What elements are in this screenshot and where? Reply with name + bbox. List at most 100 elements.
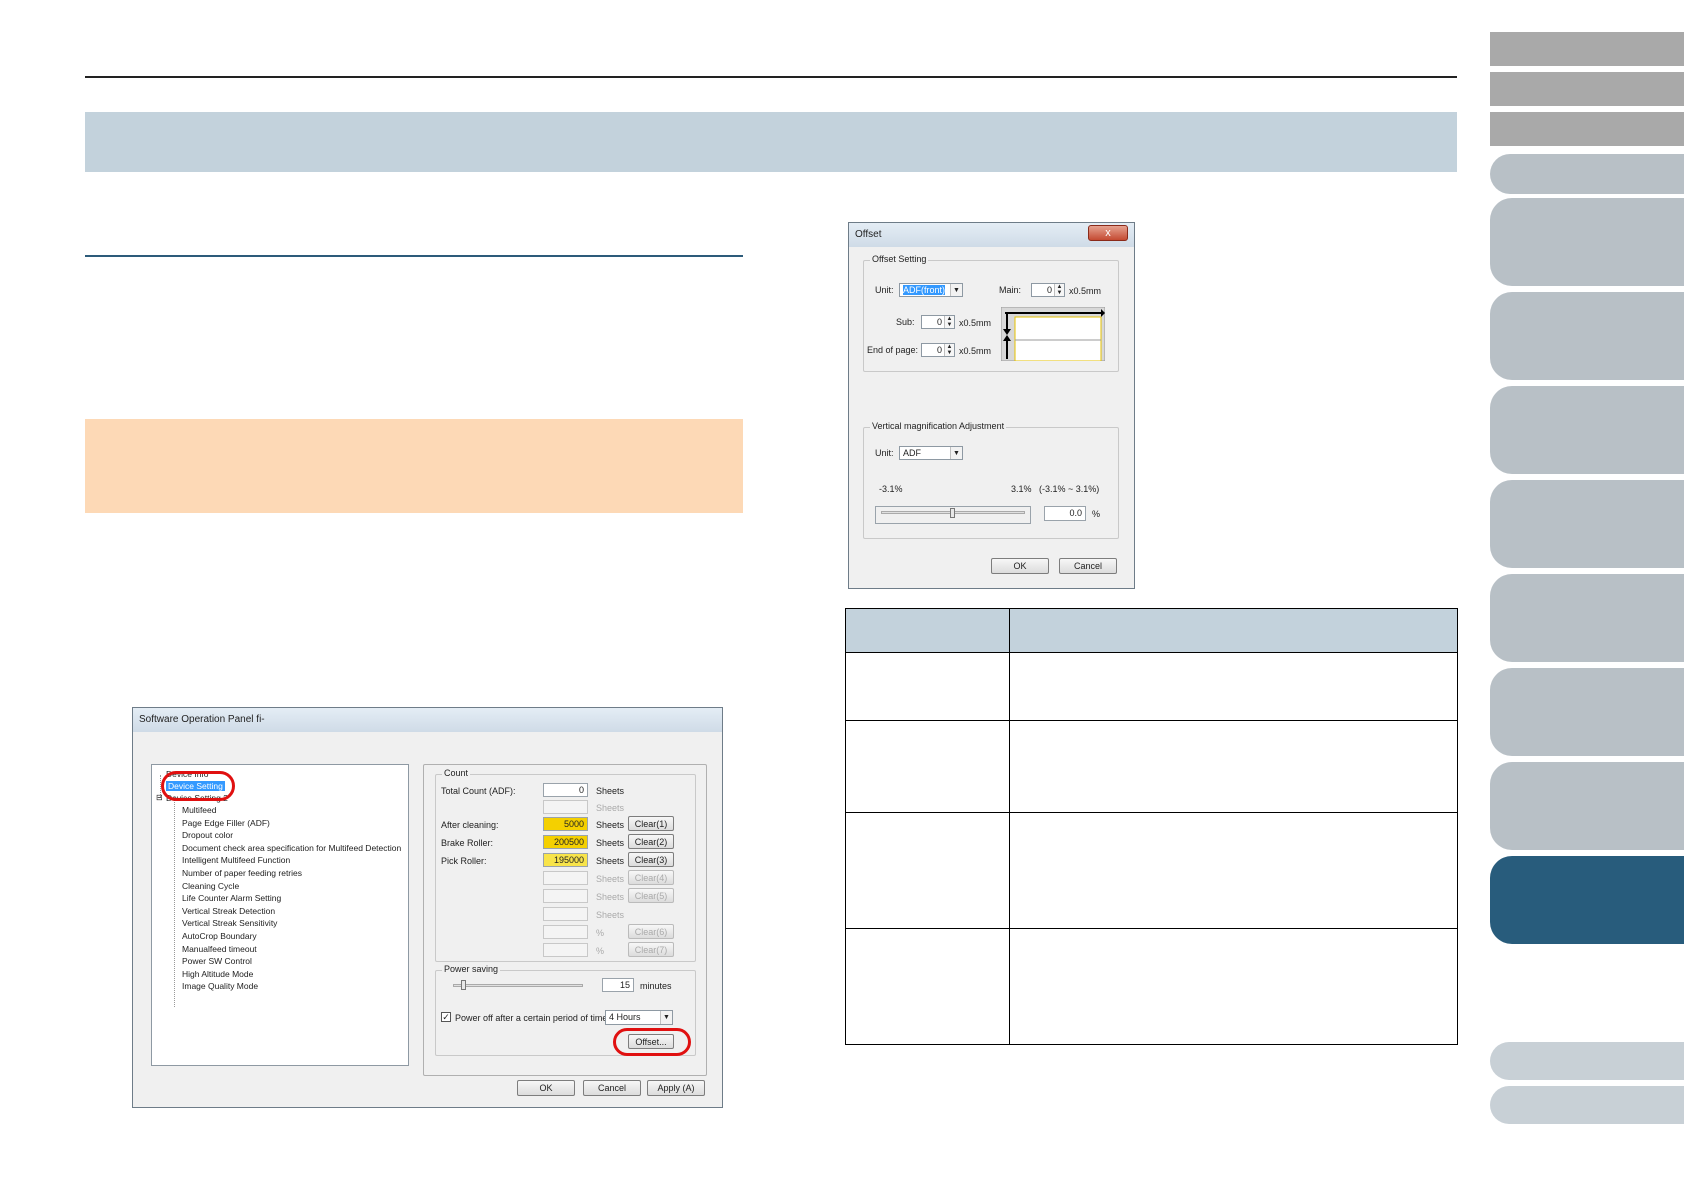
count-field-disabled-4 <box>543 907 588 921</box>
nav-tab-active[interactable] <box>1490 856 1684 944</box>
nav-tab-bottom-1[interactable] <box>1490 1042 1684 1080</box>
power-saving-slider[interactable] <box>453 984 583 987</box>
tree-item-child[interactable]: Vertical Streak Sensitivity <box>182 918 277 928</box>
vma-percent-label: % <box>1092 509 1101 519</box>
percent-label-1: % <box>596 928 605 938</box>
main-value: 0 <box>1046 285 1052 295</box>
count-field-disabled-2 <box>543 871 588 885</box>
tree-item-child[interactable]: Manualfeed timeout <box>182 944 257 954</box>
sheets-label-6: Sheets <box>596 874 625 884</box>
end-of-page-value: 0 <box>936 345 942 355</box>
clear-3-button[interactable]: Clear(3) <box>628 852 674 867</box>
sub-spinbox[interactable]: 0 ▲ ▼ <box>921 315 955 329</box>
vma-slider-thumb[interactable] <box>950 508 955 518</box>
nav-tab-3[interactable] <box>1490 292 1684 380</box>
tree-item-child[interactable]: AutoCrop Boundary <box>182 931 257 941</box>
clear-5-button[interactable]: Clear(5) <box>628 888 674 903</box>
clear-4-button[interactable]: Clear(4) <box>628 870 674 885</box>
clear-6-button[interactable]: Clear(6) <box>628 924 674 939</box>
sheets-label-1: Sheets <box>596 786 625 796</box>
end-of-page-unit-label: x0.5mm <box>959 346 992 356</box>
tree-item-child[interactable]: Number of paper feeding retries <box>182 868 302 878</box>
spin-arrows-icon[interactable]: ▲ ▼ <box>1054 284 1064 296</box>
end-of-page-label: End of page: <box>867 345 919 355</box>
nav-tab-top-1[interactable] <box>1490 32 1684 66</box>
clear-1-button[interactable]: Clear(1) <box>628 816 674 831</box>
vma-unit-select[interactable]: ADF ▼ <box>899 446 963 460</box>
tree-item-child[interactable]: High Altitude Mode <box>182 969 253 979</box>
vma-min-label: -3.1% <box>879 484 903 494</box>
vma-value-field[interactable]: 0.0 <box>1044 506 1086 521</box>
tree-item-child[interactable]: Multifeed <box>182 805 217 815</box>
tree-item-child[interactable]: Dropout color <box>182 830 233 840</box>
nav-tab-5[interactable] <box>1490 480 1684 568</box>
percent-label-2: % <box>596 946 605 956</box>
power-off-period-select[interactable]: 4 Hours ▼ <box>605 1010 673 1025</box>
tree-item-child[interactable]: Vertical Streak Detection <box>182 906 275 916</box>
after-cleaning-label: After cleaning: <box>441 820 499 830</box>
nav-tab-top-2[interactable] <box>1490 72 1684 106</box>
count-field-disabled-5 <box>543 925 588 939</box>
software-operation-panel-window: Software Operation Panel fi- Device Info… <box>132 707 723 1108</box>
spin-arrows-icon[interactable]: ▲ ▼ <box>944 344 954 356</box>
sheets-label-8: Sheets <box>596 910 625 920</box>
count-field-disabled-3 <box>543 889 588 903</box>
offset-dialog-title: Offset <box>855 229 882 240</box>
total-count-label: Total Count (ADF): <box>441 786 516 796</box>
spin-arrows-icon[interactable]: ▲ ▼ <box>944 316 954 328</box>
tree-item-child[interactable]: Document check area specification for Mu… <box>182 843 401 853</box>
nav-tab-2[interactable] <box>1490 198 1684 286</box>
main-unit-label: x0.5mm <box>1069 286 1102 296</box>
count-field-disabled-6 <box>543 943 588 957</box>
nav-tab-7[interactable] <box>1490 668 1684 756</box>
minutes-label: minutes <box>640 981 672 991</box>
pick-roller-field: 195000 <box>543 853 588 867</box>
power-saving-slider-thumb[interactable] <box>461 980 466 990</box>
tree-item-child[interactable]: Intelligent Multifeed Function <box>182 855 290 865</box>
main-spinbox[interactable]: 0 ▲ ▼ <box>1031 283 1065 297</box>
sheets-label-7: Sheets <box>596 892 625 902</box>
offset-cancel-button[interactable]: Cancel <box>1059 558 1117 574</box>
sub-label: Sub: <box>896 317 915 327</box>
tree-item-child[interactable]: Page Edge Filler (ADF) <box>182 818 270 828</box>
nav-tab-1[interactable] <box>1490 154 1684 194</box>
tree-item-child[interactable]: Image Quality Mode <box>182 981 258 991</box>
count-field-disabled-1 <box>543 800 588 814</box>
vma-range-label: (-3.1% ~ 3.1%) <box>1039 484 1100 494</box>
settings-table <box>845 608 1458 1045</box>
end-of-page-spinbox[interactable]: 0 ▲ ▼ <box>921 343 955 357</box>
sheets-label-5: Sheets <box>596 856 625 866</box>
table-row <box>845 720 1458 813</box>
table-header-row <box>845 608 1458 653</box>
power-off-checkbox[interactable]: ✓ <box>441 1012 451 1022</box>
clear-2-button[interactable]: Clear(2) <box>628 834 674 849</box>
offset-dialog-titlebar[interactable]: Offset x <box>849 223 1134 247</box>
offset-unit-value: ADF(front) <box>903 285 946 295</box>
tree-item-child[interactable]: Life Counter Alarm Setting <box>182 893 281 903</box>
tree-item-child[interactable]: Cleaning Cycle <box>182 881 239 891</box>
nav-tab-6[interactable] <box>1490 574 1684 662</box>
cancel-button[interactable]: Cancel <box>583 1080 641 1096</box>
total-count-field: 0 <box>543 783 588 797</box>
ok-button[interactable]: OK <box>517 1080 575 1096</box>
main-dialog-titlebar[interactable]: Software Operation Panel fi- <box>133 708 722 732</box>
power-saving-minutes-field[interactable]: 15 <box>602 978 634 992</box>
table-row <box>845 652 1458 721</box>
apply-button[interactable]: Apply (A) <box>647 1080 705 1096</box>
tree-item-child[interactable]: Power SW Control <box>182 956 252 966</box>
sub-unit-label: x0.5mm <box>959 318 992 328</box>
offset-unit-select[interactable]: ADF(front) ▼ <box>899 283 963 297</box>
nav-tab-top-3[interactable] <box>1490 112 1684 146</box>
offset-unit-label: Unit: <box>875 285 894 295</box>
settings-tree[interactable]: Device Info Device Setting ⊟ Device Sett… <box>151 764 409 1066</box>
clear-7-button[interactable]: Clear(7) <box>628 942 674 957</box>
close-icon[interactable]: x <box>1088 225 1128 241</box>
tree-collapse-icon[interactable]: ⊟ <box>156 793 163 802</box>
top-rule <box>85 76 1457 78</box>
nav-tab-8[interactable] <box>1490 762 1684 850</box>
nav-tab-4[interactable] <box>1490 386 1684 474</box>
table-header-cell-1 <box>845 608 1010 653</box>
offset-ok-button[interactable]: OK <box>991 558 1049 574</box>
nav-tab-bottom-2[interactable] <box>1490 1086 1684 1124</box>
brake-roller-field: 200500 <box>543 835 588 849</box>
